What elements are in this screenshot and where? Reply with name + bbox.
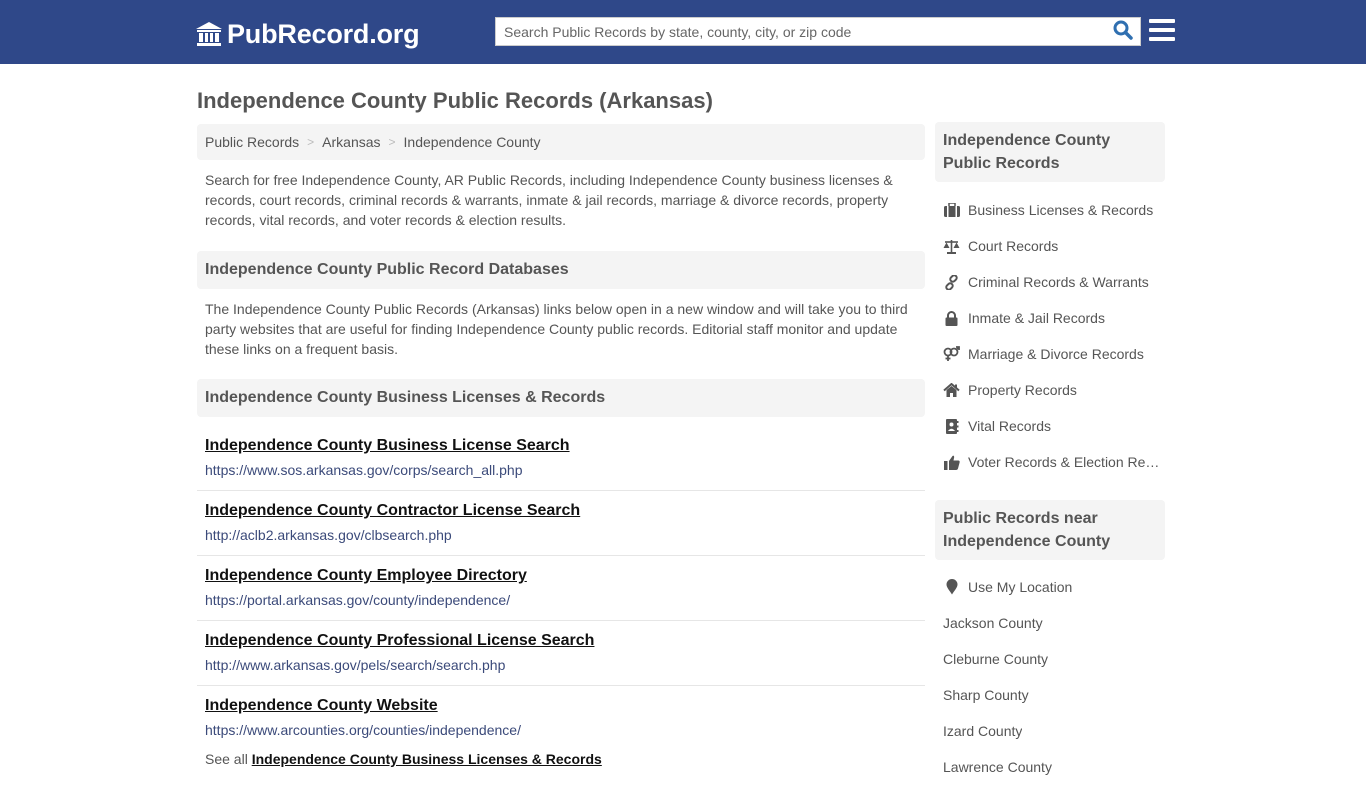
list-item: Independence County Employee Directory h… (197, 556, 925, 621)
list-item: Independence County Professional License… (197, 621, 925, 686)
home-icon (943, 382, 960, 398)
sidebar-item-label: Court Records (968, 238, 1059, 254)
nearby-county-link[interactable]: Lawrence County (943, 749, 1165, 785)
sidebar-records-heading: Independence County Public Records (935, 122, 1165, 182)
sidebar-item-property[interactable]: Property Records (943, 372, 1165, 408)
record-link-title[interactable]: Independence County Contractor License S… (205, 501, 917, 521)
briefcase-icon (943, 202, 960, 218)
use-my-location-label: Use My Location (968, 579, 1073, 595)
use-my-location-button[interactable]: Use My Location (943, 569, 1165, 605)
nearby-county-label: Jackson County (943, 615, 1043, 631)
sidebar-item-label: Inmate & Jail Records (968, 310, 1105, 326)
see-all-line: See all Independence County Business Lic… (205, 751, 602, 767)
record-link-url: https://www.sos.arkansas.gov/corps/searc… (205, 462, 523, 478)
sidebar-item-criminal[interactable]: Criminal Records & Warrants (943, 264, 1165, 300)
list-item: Independence County Website https://www.… (197, 686, 925, 751)
hamburger-menu-button[interactable] (1149, 19, 1175, 43)
list-item: Independence County Contractor License S… (197, 491, 925, 556)
nearby-county-label: Izard County (943, 723, 1023, 739)
sidebar-nearby-list: Use My Location Jackson County Cleburne … (943, 569, 1165, 785)
nearby-county-label: Cleburne County (943, 651, 1049, 667)
sidebar-item-vital[interactable]: Vital Records (943, 408, 1165, 444)
record-link-title[interactable]: Independence County Business License Sea… (205, 436, 917, 456)
site-name: PubRecord.org (227, 18, 420, 49)
sidebar-records-list: Business Licenses & Records Court Record… (943, 192, 1165, 480)
search-button[interactable] (1110, 20, 1136, 44)
record-link-title[interactable]: Independence County Professional License… (205, 631, 917, 651)
databases-heading: Independence County Public Record Databa… (197, 251, 925, 289)
thumbs-up-icon (943, 454, 960, 470)
sidebar-item-label: Marriage & Divorce Records (968, 346, 1144, 362)
hamburger-menu-icon (1149, 19, 1175, 41)
breadcrumb-separator: > (388, 135, 396, 149)
see-all-link[interactable]: Independence County Business Licenses & … (252, 751, 602, 767)
search-bar (495, 17, 1141, 46)
top-navbar: PubRecord.org (0, 0, 1366, 64)
breadcrumb: Public Records > Arkansas > Independence… (197, 124, 925, 160)
page-title: Independence County Public Records (Arka… (197, 88, 713, 113)
nearby-county-link[interactable]: Jackson County (943, 605, 1165, 641)
sidebar-nearby-heading: Public Records near Independence County (935, 500, 1165, 560)
nearby-county-link[interactable]: Sharp County (943, 677, 1165, 713)
list-item: Independence County Business License Sea… (197, 426, 925, 491)
lock-icon (943, 310, 960, 326)
sidebar-item-inmate[interactable]: Inmate & Jail Records (943, 300, 1165, 336)
record-link-url: http://www.arkansas.gov/pels/search/sear… (205, 657, 506, 673)
balance-scale-icon (943, 238, 960, 254)
venus-mars-icon (943, 346, 960, 362)
breadcrumb-item-independence-county[interactable]: Independence County (404, 134, 541, 150)
search-icon (1113, 20, 1133, 45)
map-marker-icon (943, 579, 960, 595)
see-all-prefix: See all (205, 751, 248, 767)
business-links-list: Independence County Business License Sea… (197, 426, 925, 751)
business-heading: Independence County Business Licenses & … (197, 379, 925, 417)
sidebar-item-label: Criminal Records & Warrants (968, 274, 1149, 290)
breadcrumb-item-public-records[interactable]: Public Records (205, 134, 299, 150)
nearby-county-label: Sharp County (943, 687, 1029, 703)
sidebar-item-label: Vital Records (968, 418, 1052, 434)
record-link-url: https://www.arcounties.org/counties/inde… (205, 722, 521, 738)
sidebar-item-label: Property Records (968, 382, 1077, 398)
breadcrumb-separator: > (307, 135, 315, 149)
record-link-title[interactable]: Independence County Employee Directory (205, 566, 917, 586)
record-link-url: https://portal.arkansas.gov/county/indep… (205, 592, 511, 608)
intro-paragraph: Search for free Independence County, AR … (205, 172, 893, 228)
databases-description: The Independence County Public Records (… (205, 301, 908, 357)
nearby-county-label: Lawrence County (943, 759, 1052, 775)
courthouse-icon (195, 20, 223, 48)
address-book-icon (943, 418, 960, 434)
record-link-url: http://aclb2.arkansas.gov/clbsearch.php (205, 527, 452, 543)
nearby-county-link[interactable]: Cleburne County (943, 641, 1165, 677)
search-input[interactable] (496, 18, 1106, 45)
sidebar-item-label: Voter Records & Election Results (968, 454, 1165, 470)
nearby-county-link[interactable]: Izard County (943, 713, 1165, 749)
link-icon (943, 274, 960, 290)
sidebar-item-court[interactable]: Court Records (943, 228, 1165, 264)
sidebar-item-voter[interactable]: Voter Records & Election Results (943, 444, 1165, 480)
breadcrumb-item-arkansas[interactable]: Arkansas (322, 134, 380, 150)
sidebar-item-marriage[interactable]: Marriage & Divorce Records (943, 336, 1165, 372)
record-link-title[interactable]: Independence County Website (205, 696, 917, 716)
site-logo-link[interactable]: PubRecord.org (195, 17, 420, 51)
sidebar-item-label: Business Licenses & Records (968, 202, 1154, 218)
sidebar-item-business[interactable]: Business Licenses & Records (943, 192, 1165, 228)
